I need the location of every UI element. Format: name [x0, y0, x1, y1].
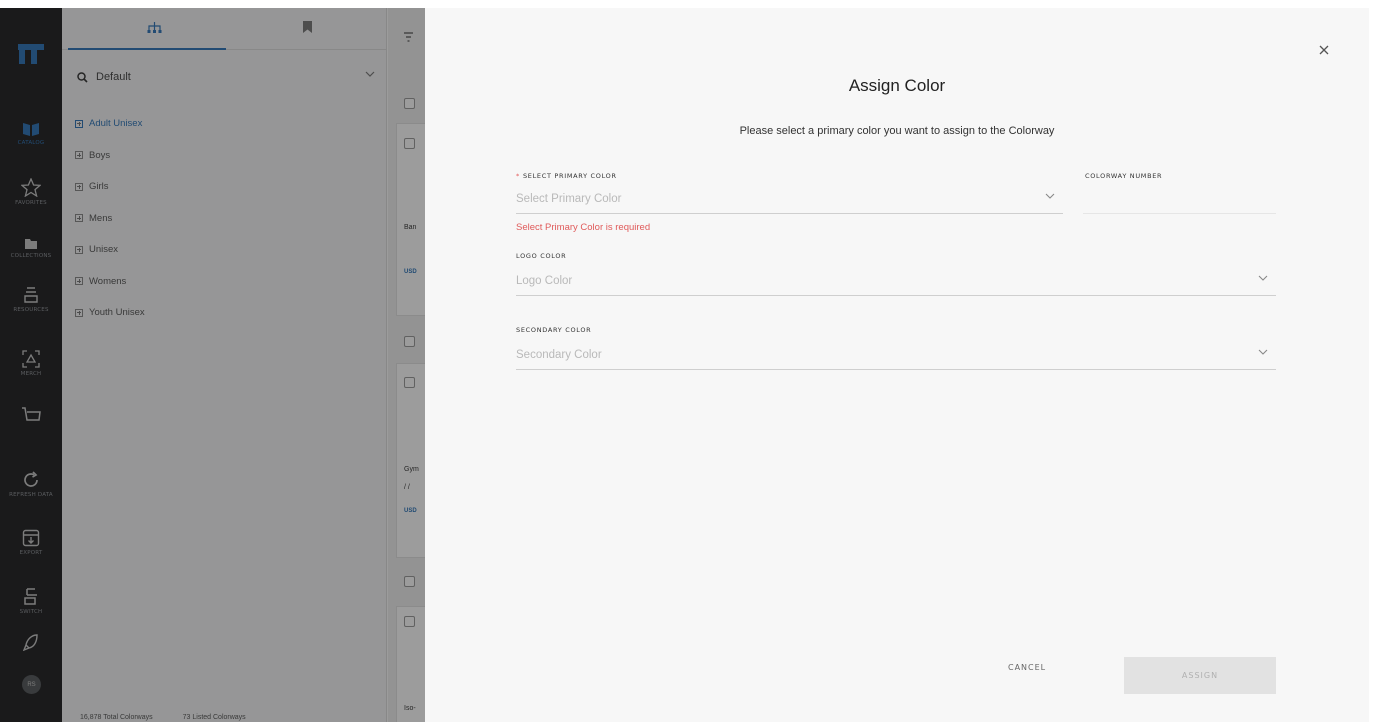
primary-color-label: * Select Primary Color: [516, 172, 617, 180]
primary-color-placeholder: Select Primary Color: [516, 193, 622, 205]
logo-color-placeholder: Logo Color: [516, 275, 573, 287]
cancel-button[interactable]: Cancel: [1008, 663, 1046, 672]
close-icon[interactable]: [1317, 43, 1331, 57]
logo-color-select[interactable]: Logo Color: [516, 270, 1276, 296]
colorway-number-label: Colorway Number: [1085, 172, 1163, 180]
chevron-down-icon: [1045, 193, 1055, 199]
modal-backdrop[interactable]: [0, 8, 425, 722]
secondary-color-placeholder: Secondary Color: [516, 349, 602, 361]
modal-subtitle: Please select a primary color you want t…: [739, 125, 1055, 137]
chevron-down-icon: [1258, 349, 1268, 355]
chevron-down-icon: [1258, 275, 1268, 281]
primary-color-select[interactable]: Select Primary Color: [516, 188, 1063, 214]
primary-color-error: Select Primary Color is required: [516, 222, 651, 233]
secondary-color-label: Secondary Color: [516, 326, 592, 334]
assign-button[interactable]: Assign: [1124, 657, 1276, 694]
primary-color-label-text: Select Primary Color: [522, 172, 617, 180]
assign-color-modal: Assign Color Please select a primary col…: [425, 8, 1369, 722]
secondary-color-select[interactable]: Secondary Color: [516, 344, 1276, 370]
colorway-number-input[interactable]: [1083, 188, 1276, 214]
logo-color-label: Logo Color: [516, 252, 567, 260]
required-mark: *: [516, 172, 520, 180]
modal-title: Assign Color: [848, 76, 946, 95]
